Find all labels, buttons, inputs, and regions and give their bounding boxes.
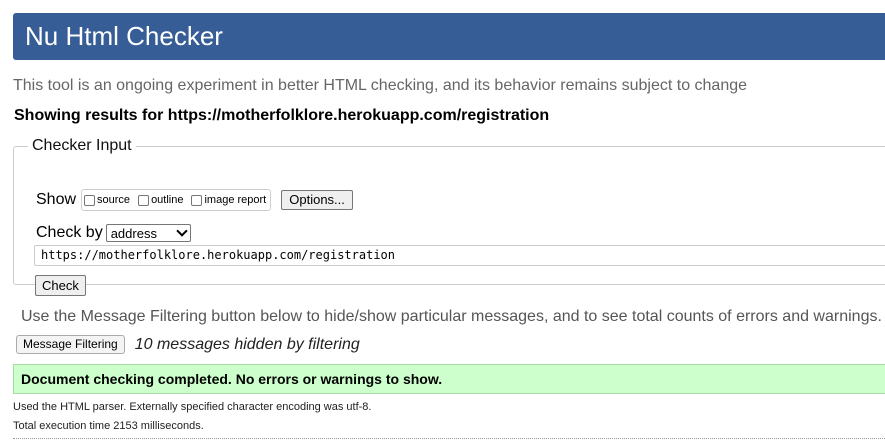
showing-results-heading: Showing results for https://motherfolklo… (14, 107, 550, 124)
checker-input-legend: Checker Input (32, 137, 132, 154)
intro-text: This tool is an ongoing experiment in be… (13, 77, 748, 94)
options-button[interactable]: Options... (281, 190, 353, 210)
message-filtering-button[interactable]: Message Filtering (16, 335, 125, 354)
chevron-down-icon (176, 225, 188, 237)
show-options-row: Show source outline image report Options… (36, 189, 353, 211)
show-label: Show (36, 191, 77, 208)
bottom-divider (13, 438, 885, 439)
page-title: Nu Html Checker (25, 21, 223, 51)
parser-note: Used the HTML parser. Externally specifi… (13, 401, 372, 413)
page-header: Nu Html Checker (13, 13, 885, 60)
filtering-note: Use the Message Filtering button below t… (21, 308, 882, 325)
source-checkbox-label: source (97, 194, 131, 206)
source-checkbox[interactable] (84, 194, 96, 206)
success-message: Document checking completed. No errors o… (13, 364, 885, 394)
filtering-row: Message Filtering 10 messages hidden by … (16, 335, 360, 354)
outline-checkbox-label: outline (151, 194, 184, 206)
check-by-label: Check by (36, 224, 103, 241)
show-image-report-option[interactable]: image report (191, 194, 266, 206)
checker-input-fieldset: Checker Input Show source outline image … (13, 137, 885, 296)
show-options-group: source outline image report (81, 189, 272, 211)
success-message-text: Document checking completed. No errors o… (21, 371, 443, 387)
hidden-messages-count: 10 messages hidden by filtering (134, 335, 360, 353)
check-by-select[interactable]: address (105, 224, 191, 242)
show-source-option[interactable]: source (84, 194, 130, 206)
image-report-checkbox[interactable] (191, 194, 203, 206)
check-by-selected-value: address (110, 225, 157, 241)
outline-checkbox[interactable] (138, 194, 150, 206)
show-outline-option[interactable]: outline (138, 194, 183, 206)
url-input[interactable]: https://motherfolklore.herokuapp.com/reg… (34, 245, 885, 266)
check-button[interactable]: Check (35, 275, 86, 296)
image-report-checkbox-label: image report (204, 194, 267, 206)
execution-time: Total execution time 2153 milliseconds. (13, 420, 204, 432)
check-by-row: Check by address (36, 222, 191, 244)
